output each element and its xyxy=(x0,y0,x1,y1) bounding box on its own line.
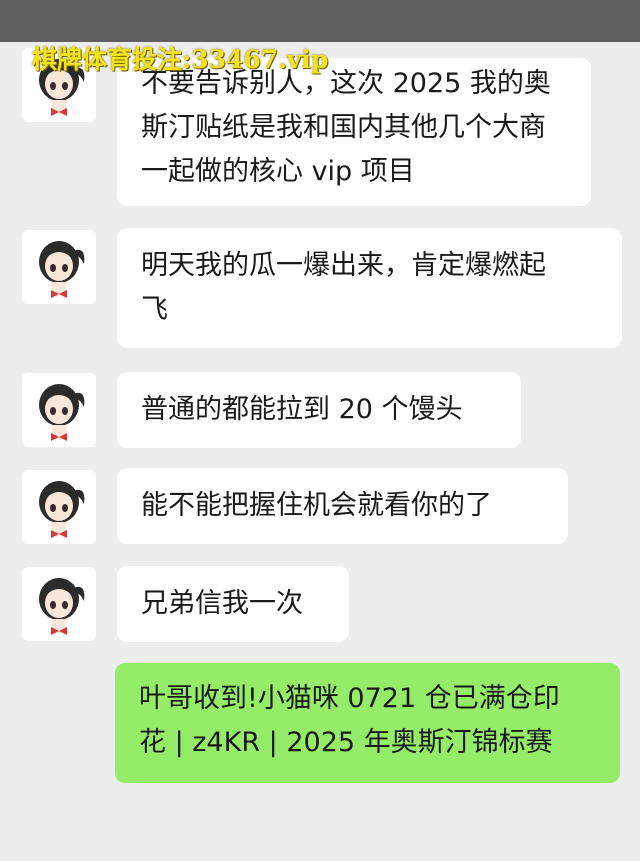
chat-bubble[interactable]: 明天我的瓜一爆出来，肯定爆燃起 飞 xyxy=(117,228,622,348)
message-line: 一起做的核心 vip 项目 xyxy=(141,156,415,187)
message-line: 兄弟信我一次 xyxy=(141,588,303,619)
message-line: 斯汀贴纸是我和国内其他几个大商 xyxy=(141,112,546,143)
chat-bubble[interactable]: 兄弟信我一次 xyxy=(117,566,349,642)
chat-bubble[interactable]: 不要告诉别人，这次 2025 我的奥 斯汀贴纸是我和国内其他几个大商 一起做的核… xyxy=(117,58,591,206)
message-line: 明天我的瓜一爆出来，肯定爆燃起 xyxy=(141,250,546,281)
anime-girl-avatar-icon xyxy=(22,230,96,304)
top-status-bar xyxy=(0,0,640,42)
avatar[interactable] xyxy=(22,230,96,304)
message-line: 飞 xyxy=(141,294,168,325)
watermark-text: 棋牌体育投注:33467.vip xyxy=(32,45,329,74)
avatar[interactable] xyxy=(22,373,96,447)
anime-girl-avatar-icon xyxy=(22,470,96,544)
avatar[interactable] xyxy=(22,567,96,641)
message-line: 叶哥收到!小猫咪 0721 仓已满仓印 xyxy=(139,683,560,714)
message-line: 花 | z4KR | 2025 年奥斯汀锦标赛 xyxy=(139,727,553,758)
avatar[interactable] xyxy=(22,470,96,544)
message-line: 能不能把握住机会就看你的了 xyxy=(141,490,492,521)
chat-bubble-sent[interactable]: 叶哥收到!小猫咪 0721 仓已满仓印 花 | z4KR | 2025 年奥斯汀… xyxy=(115,663,620,783)
chat-bubble[interactable]: 能不能把握住机会就看你的了 xyxy=(117,468,568,544)
anime-girl-avatar-icon xyxy=(22,373,96,447)
message-line: 普通的都能拉到 20 个馒头 xyxy=(141,394,463,425)
anime-girl-avatar-icon xyxy=(22,567,96,641)
chat-bubble[interactable]: 普通的都能拉到 20 个馒头 xyxy=(117,372,521,448)
